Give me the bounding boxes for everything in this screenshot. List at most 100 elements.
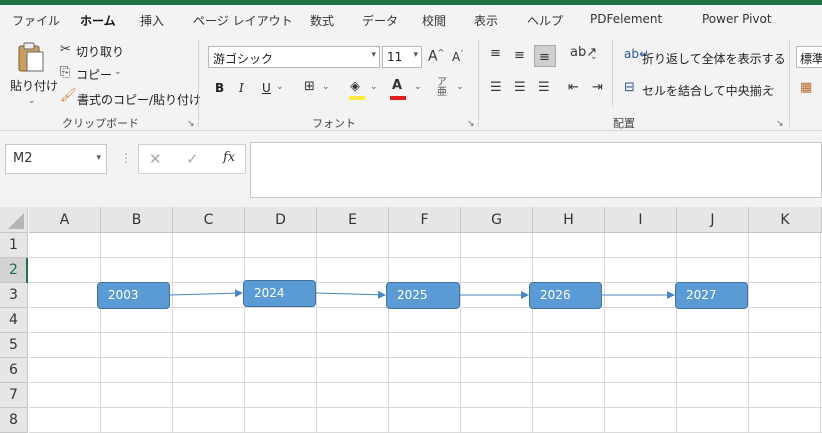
column-header-j[interactable]: J bbox=[677, 207, 749, 233]
decrease-indent-icon[interactable]: ⇤ bbox=[568, 81, 579, 94]
chevron-down-icon: ▾ bbox=[96, 153, 101, 163]
row-header-5[interactable]: 5 bbox=[0, 333, 28, 358]
ribbon: 貼り付け ⌄ ✂ 切り取り ⎘ コピー ⌄ 🖌 書式のコピー/貼り付け クリップ… bbox=[0, 31, 822, 131]
column-header-d[interactable]: D bbox=[245, 207, 317, 233]
dialog-launcher-icon[interactable]: ↘ bbox=[467, 119, 475, 129]
column-header-f[interactable]: F bbox=[389, 207, 461, 233]
tab-page-layout[interactable]: ページ レイアウト bbox=[193, 12, 293, 29]
merge-center-icon: ⊟ bbox=[624, 80, 635, 95]
alignment-group-label: 配置 bbox=[613, 117, 635, 130]
bold-button[interactable]: B bbox=[215, 81, 224, 95]
timeline-box-2026[interactable]: 2026 bbox=[529, 282, 602, 309]
dialog-launcher-icon[interactable]: ↘ bbox=[187, 119, 195, 129]
chevron-down-icon[interactable]: ⌄ bbox=[590, 53, 598, 62]
column-header-h[interactable]: H bbox=[533, 207, 605, 233]
row-header-6[interactable]: 6 bbox=[0, 358, 28, 383]
row-header-2[interactable]: 2 bbox=[0, 258, 28, 283]
worksheet-grid[interactable]: A B C D E F G H I J K 1 2 3 4 5 6 7 8 bbox=[0, 207, 822, 433]
paste-button[interactable]: 貼り付け ⌄ bbox=[8, 39, 58, 115]
group-divider bbox=[478, 39, 479, 127]
chevron-down-icon[interactable]: ⌄ bbox=[114, 68, 122, 77]
dialog-launcher-icon[interactable]: ↘ bbox=[776, 119, 784, 129]
column-header-c[interactable]: C bbox=[173, 207, 245, 233]
tab-formulas[interactable]: 数式 bbox=[310, 12, 334, 29]
font-color-icon[interactable]: A bbox=[392, 79, 402, 92]
phonetic-guide-icon[interactable]: ア亜 bbox=[437, 78, 447, 98]
formula-input[interactable] bbox=[250, 142, 822, 198]
align-bottom-icon: ≡ bbox=[539, 50, 550, 65]
font-name-select[interactable]: 游ゴシック ▾ bbox=[208, 46, 380, 68]
column-header-e[interactable]: E bbox=[317, 207, 389, 233]
fill-color-icon[interactable]: ◈ bbox=[350, 80, 360, 93]
ribbon-tabs: ファイル ホーム 挿入 ページ レイアウト 数式 データ 校閲 表示 ヘルプ P… bbox=[0, 5, 822, 35]
tab-data[interactable]: データ bbox=[362, 12, 398, 29]
select-all-corner[interactable] bbox=[0, 207, 28, 233]
insert-function-icon[interactable]: fx bbox=[223, 150, 235, 165]
align-middle-icon[interactable]: ≡ bbox=[514, 49, 525, 62]
column-header-b[interactable]: B bbox=[101, 207, 173, 233]
tab-insert[interactable]: 挿入 bbox=[140, 12, 164, 29]
chevron-down-icon[interactable]: ⌄ bbox=[370, 83, 378, 92]
divider bbox=[612, 39, 613, 107]
row-header-1[interactable]: 1 bbox=[0, 233, 28, 258]
format-painter-button[interactable]: 書式のコピー/貼り付け bbox=[77, 91, 201, 108]
number-format-value: 標準 bbox=[800, 52, 822, 66]
italic-button[interactable]: I bbox=[239, 81, 244, 95]
conditional-format-icon[interactable]: ▦ bbox=[800, 81, 812, 94]
tab-power-pivot[interactable]: Power Pivot bbox=[702, 12, 772, 26]
scissors-icon: ✂ bbox=[60, 42, 71, 57]
column-header-g[interactable]: G bbox=[461, 207, 533, 233]
merge-center-button[interactable]: セルを結合して中央揃え bbox=[642, 82, 774, 99]
copy-button[interactable]: コピー bbox=[76, 66, 112, 83]
formula-buttons: ✕ ✓ fx bbox=[138, 144, 246, 174]
timeline-box-2003[interactable]: 2003 bbox=[97, 282, 170, 309]
select-all-triangle-icon bbox=[8, 213, 24, 229]
grow-font-icon[interactable]: A^ bbox=[428, 49, 444, 64]
wrap-text-button[interactable]: 折り返して全体を表示する bbox=[642, 50, 786, 67]
cut-button[interactable]: 切り取り bbox=[76, 43, 124, 60]
clipboard-group-label: クリップボード bbox=[62, 117, 139, 130]
chevron-down-icon[interactable]: ⌄ bbox=[768, 84, 776, 93]
chevron-down-icon[interactable]: ⌄ bbox=[456, 83, 464, 92]
cell-area[interactable] bbox=[29, 233, 822, 433]
column-header-i[interactable]: I bbox=[605, 207, 677, 233]
font-size-value: 11 bbox=[387, 50, 403, 64]
timeline-box-2024[interactable]: 2024 bbox=[243, 280, 316, 307]
align-left-icon[interactable]: ☰ bbox=[490, 81, 502, 94]
tab-view[interactable]: 表示 bbox=[474, 12, 498, 29]
row-header-7[interactable]: 7 bbox=[0, 383, 28, 408]
align-center-icon[interactable]: ☰ bbox=[514, 81, 526, 94]
align-right-icon[interactable]: ☰ bbox=[538, 81, 550, 94]
chevron-down-icon[interactable]: ⌄ bbox=[322, 83, 330, 92]
align-top-icon[interactable]: ≡ bbox=[490, 47, 501, 60]
tab-review[interactable]: 校閲 bbox=[422, 12, 446, 29]
shrink-font-icon[interactable]: Aˇ bbox=[452, 51, 464, 64]
chevron-down-icon: ▾ bbox=[371, 50, 376, 60]
fill-color-swatch bbox=[349, 96, 365, 100]
tab-file[interactable]: ファイル bbox=[12, 12, 60, 29]
increase-indent-icon[interactable]: ⇥ bbox=[592, 81, 603, 94]
tab-pdfelement[interactable]: PDFelement bbox=[590, 12, 662, 26]
paste-label: 貼り付け bbox=[10, 79, 59, 93]
enter-icon[interactable]: ✓ bbox=[186, 150, 199, 168]
underline-button[interactable]: U bbox=[262, 81, 271, 95]
column-header-k[interactable]: K bbox=[749, 207, 822, 233]
name-box[interactable]: M2 ▾ bbox=[5, 144, 107, 174]
tab-home[interactable]: ホーム bbox=[80, 12, 116, 29]
row-header-4[interactable]: 4 bbox=[0, 308, 28, 333]
chevron-down-icon[interactable]: ⌄ bbox=[414, 83, 422, 92]
row-header-8[interactable]: 8 bbox=[0, 408, 28, 433]
font-color-swatch bbox=[390, 96, 406, 100]
drag-handle-icon[interactable]: ⋮ bbox=[120, 151, 132, 165]
number-format-select[interactable]: 標準 bbox=[796, 46, 822, 68]
border-icon[interactable]: ⊞ bbox=[304, 80, 315, 93]
timeline-box-2025[interactable]: 2025 bbox=[386, 282, 460, 309]
cancel-icon[interactable]: ✕ bbox=[149, 150, 162, 168]
row-header-3[interactable]: 3 bbox=[0, 283, 28, 308]
timeline-box-2027[interactable]: 2027 bbox=[675, 282, 748, 309]
format-painter-icon: 🖌 bbox=[60, 88, 77, 103]
font-size-select[interactable]: 11 ▾ bbox=[382, 46, 422, 68]
chevron-down-icon[interactable]: ⌄ bbox=[276, 83, 284, 92]
column-header-a[interactable]: A bbox=[29, 207, 101, 233]
tab-help[interactable]: ヘルプ bbox=[527, 12, 563, 29]
